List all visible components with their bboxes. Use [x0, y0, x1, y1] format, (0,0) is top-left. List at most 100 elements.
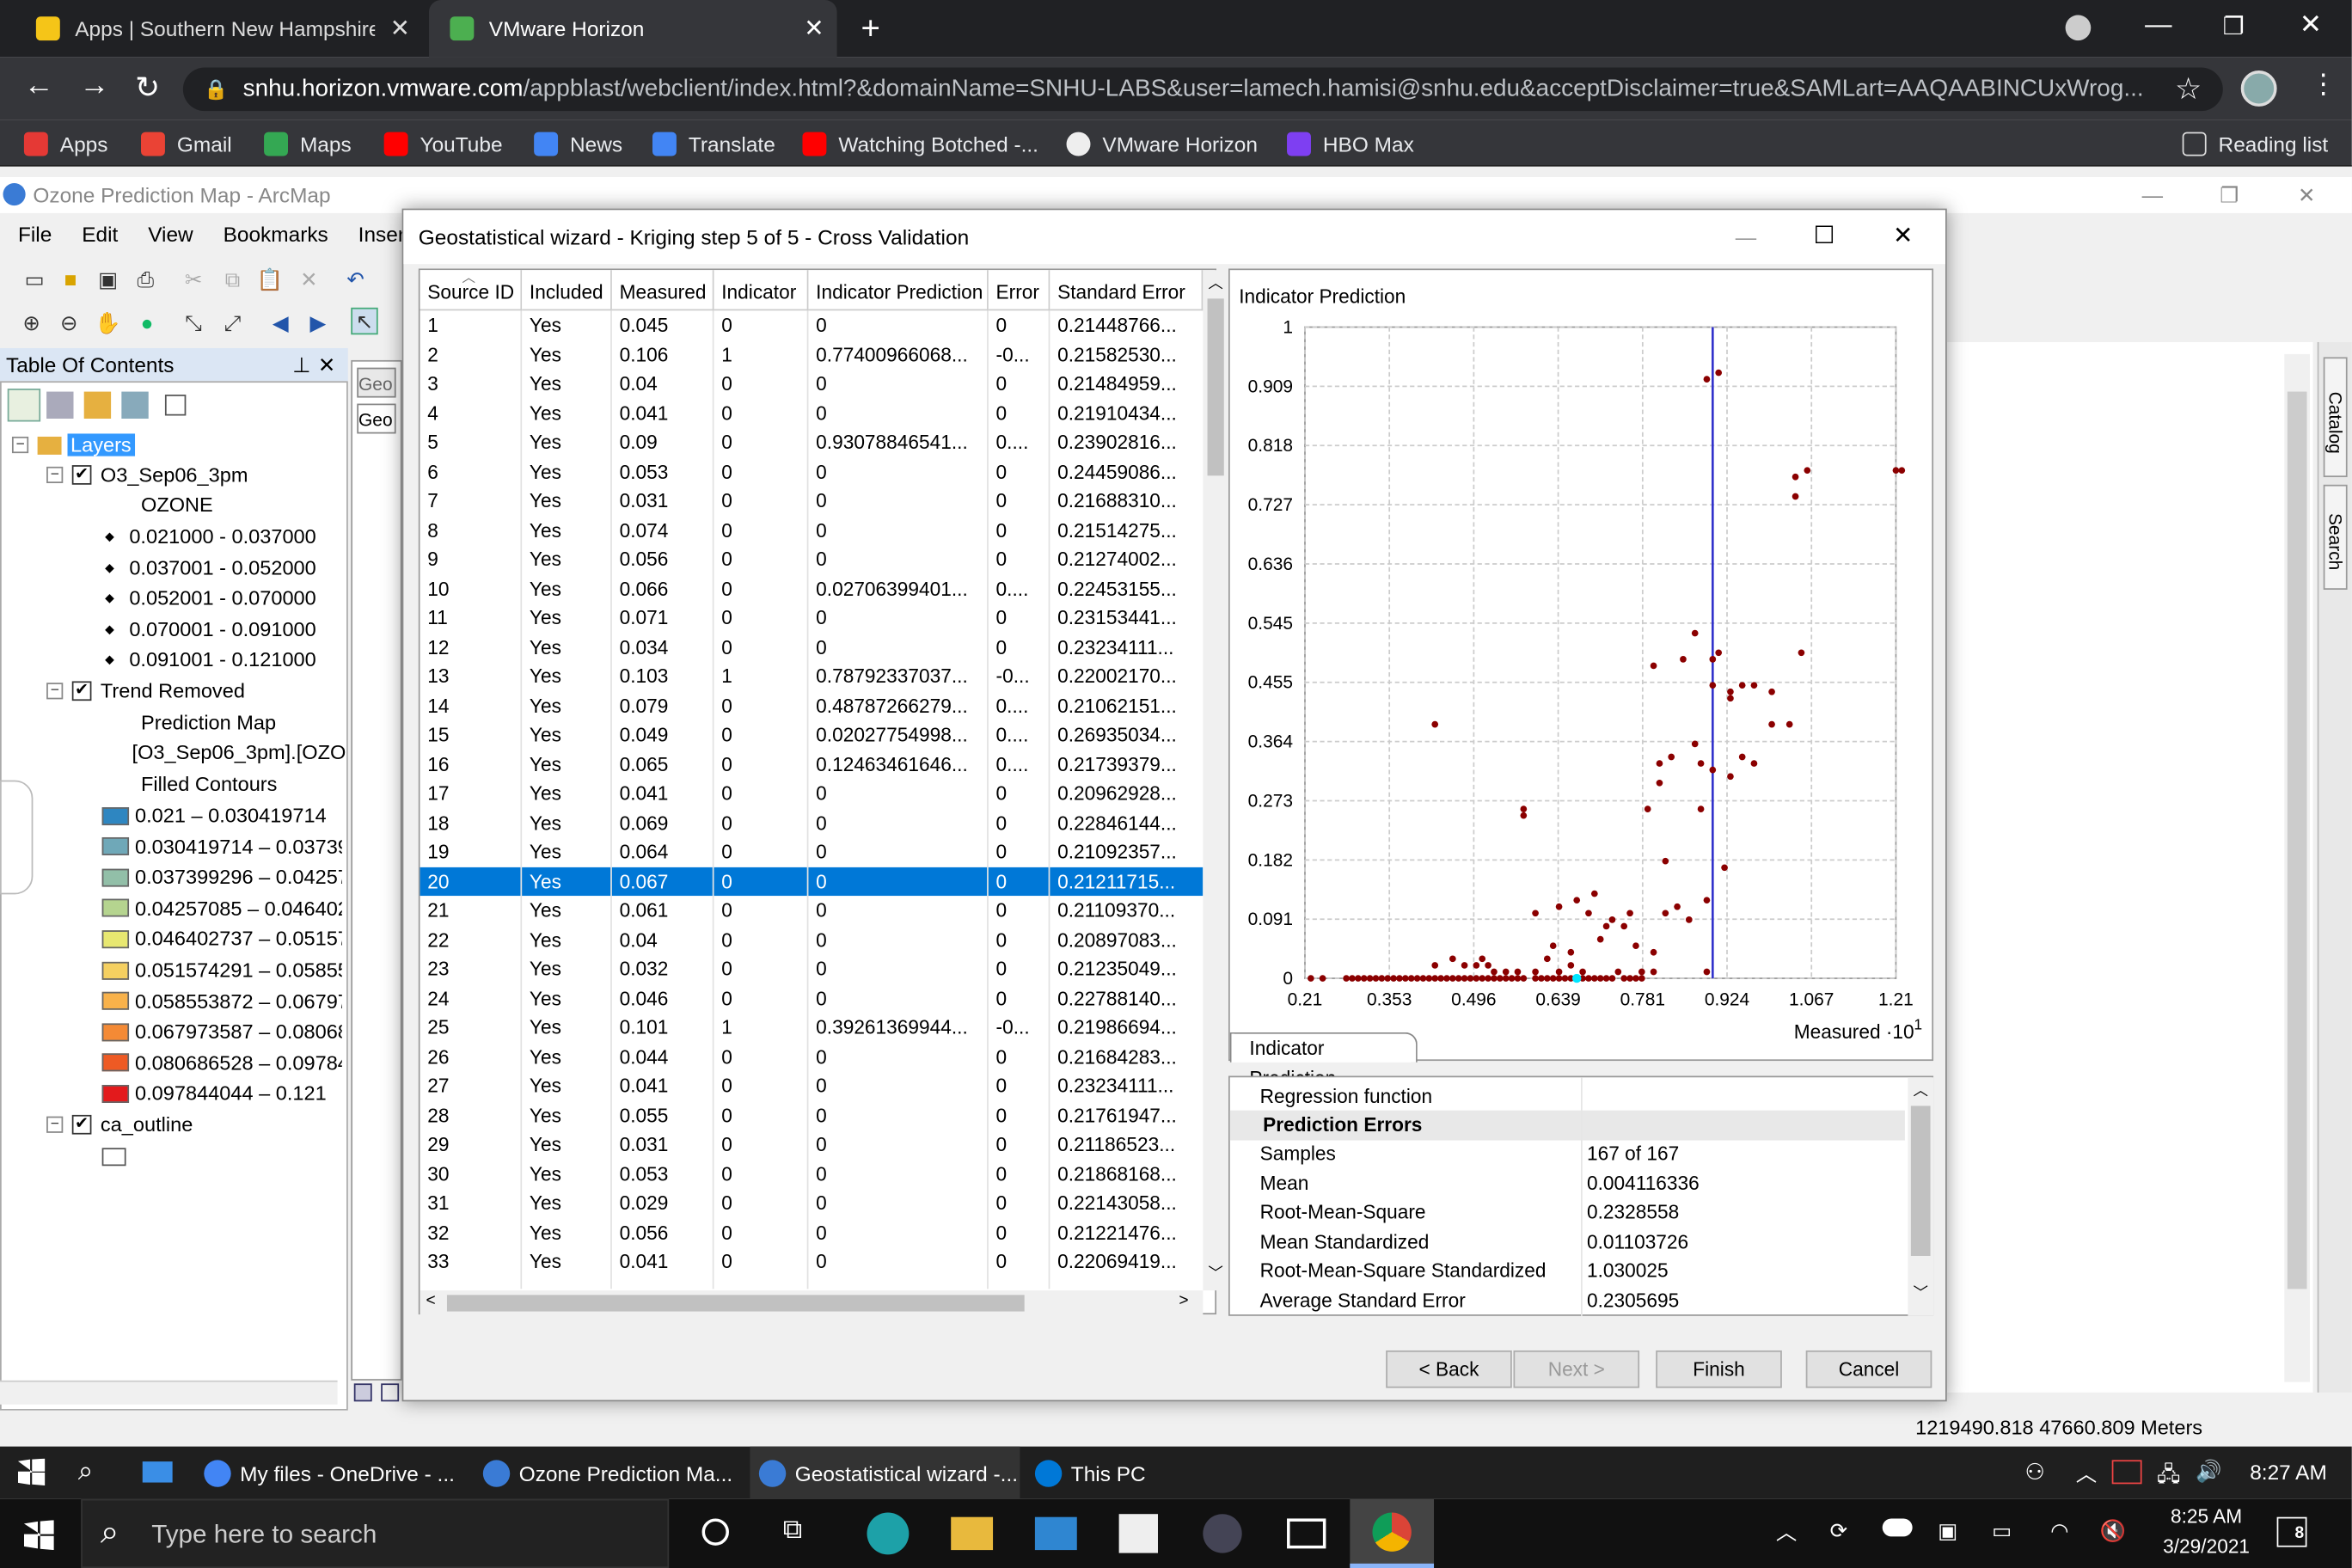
layer-o3[interactable]: − ✔ O3_Sep06_3pm: [46, 463, 248, 487]
catalog-tab[interactable]: Catalog: [2323, 357, 2348, 478]
fixed-zoom-out-icon[interactable]: ⤢: [219, 309, 246, 336]
scatter-chart[interactable]: Indicator Prediction 0.21 0.353 0.496 0.639 0…: [1230, 270, 1935, 1063]
table-row[interactable]: 23 Yes 0.032 0 0 0 0.21235049...: [420, 954, 1204, 983]
menu-edit[interactable]: Edit: [82, 222, 118, 246]
remote-search-icon[interactable]: ⌕: [78, 1455, 94, 1487]
table-row[interactable]: 3 Yes 0.04 0 0 0 0.21484959...: [420, 369, 1204, 398]
copy-icon[interactable]: ⧉: [219, 266, 246, 292]
bookmark-gmail[interactable]: Gmail: [141, 120, 232, 167]
tray-icon-2[interactable]: ▣: [1938, 1518, 1957, 1544]
chrome-taskbar-button[interactable]: [1350, 1498, 1435, 1568]
table-row[interactable]: 24 Yes 0.046 0 0 0 0.22788140...: [420, 983, 1204, 1013]
table-row[interactable]: 25 Yes 0.101 1 0.39261369944... -0... 0.219866…: [420, 1013, 1204, 1042]
arcmap-restore-icon[interactable]: ❐: [2220, 177, 2239, 213]
bookmark-hbo[interactable]: HBO Max: [1287, 120, 1414, 167]
list-by-selection-icon[interactable]: [121, 391, 149, 419]
column-header-included[interactable]: Included: [522, 270, 612, 311]
menu-file[interactable]: File: [18, 222, 52, 246]
open-folder-icon[interactable]: ■: [57, 266, 83, 292]
collapse-icon[interactable]: −: [11, 436, 29, 454]
clock-date[interactable]: 3/29/2021: [2154, 1535, 2259, 1558]
bookmark-youtube[interactable]: YouTube: [383, 120, 503, 167]
pan-hand-icon[interactable]: ✋: [95, 309, 121, 336]
dialog-close-icon[interactable]: ✕: [1893, 210, 1913, 264]
table-row[interactable]: 22 Yes 0.04 0 0 0 0.20897083...: [420, 925, 1204, 954]
bookmark-vmware[interactable]: VMware Horizon: [1066, 120, 1258, 167]
remote-start-icon[interactable]: [17, 1458, 46, 1486]
reload-icon[interactable]: ↻: [135, 69, 160, 107]
column-header-measured[interactable]: Measured: [611, 270, 714, 311]
view-tab-stub[interactable]: Geo: [357, 367, 396, 398]
menu-bookmarks[interactable]: Bookmarks: [224, 222, 328, 246]
layout-view-toggle-icon[interactable]: [381, 1383, 400, 1402]
app-icon[interactable]: [1203, 1514, 1242, 1553]
stats-row[interactable]: Mean 0.004116336: [1230, 1168, 1905, 1197]
table-vertical-scrollbar[interactable]: ︿ ﹀: [1203, 270, 1228, 1291]
forward-arrow-icon[interactable]: →: [79, 69, 109, 103]
tray-app-icon[interactable]: [2111, 1460, 2142, 1485]
bookmark-news[interactable]: News: [534, 120, 622, 167]
people-icon[interactable]: ⚇: [2024, 1459, 2044, 1485]
notification-icon[interactable]: 8: [2276, 1516, 2307, 1547]
table-row[interactable]: 4 Yes 0.041 0 0 0 0.21910434...: [420, 398, 1204, 427]
side-drag-handle[interactable]: [0, 780, 34, 895]
taskbar-app-button[interactable]: Ozone Prediction Ma...: [474, 1447, 744, 1499]
layer-visibility-checkbox[interactable]: ✔: [71, 681, 92, 701]
chart-tab-indicator-prediction[interactable]: Indicator Prediction: [1229, 1032, 1418, 1089]
wifi-icon[interactable]: ◠: [2050, 1518, 2068, 1544]
scroll-thumb[interactable]: [446, 1295, 1025, 1312]
browser-tab-apps[interactable]: Apps | Southern New Hampshire ✕: [15, 0, 423, 57]
table-row[interactable]: 32 Yes 0.056 0 0 0 0.21221476...: [420, 1217, 1204, 1246]
tray-icon-1[interactable]: ⟳: [1830, 1518, 1847, 1544]
remote-clock[interactable]: 8:27 AM: [2250, 1460, 2327, 1484]
address-bar[interactable]: 🔒 snhu.horizon.vmware.com/appblast/webcl…: [182, 67, 2223, 112]
map-view[interactable]: [1945, 341, 2313, 1393]
table-row[interactable]: 15 Yes 0.049 0 0.02027754998... 0.... 0.269350…: [420, 720, 1204, 750]
table-row[interactable]: 20 Yes 0.067 0 0 0 0.21211715...: [420, 867, 1204, 897]
column-header-indicator[interactable]: Indicator: [714, 270, 809, 311]
bookmark-apps[interactable]: Apps: [23, 120, 107, 167]
back-arrow-icon[interactable]: ←: [24, 69, 54, 103]
taskbar-app-button[interactable]: Geostatistical wizard -...: [750, 1446, 1020, 1499]
mail-app-icon[interactable]: [1034, 1516, 1077, 1551]
stats-row[interactable]: Root-Mean-Square Standardized 1.030025: [1230, 1256, 1905, 1285]
store-icon[interactable]: [1118, 1514, 1158, 1553]
paste-icon[interactable]: 📋: [256, 266, 283, 292]
column-header-error[interactable]: Error: [988, 270, 1050, 311]
table-row[interactable]: 29 Yes 0.031 0 0 0 0.21186523...: [420, 1130, 1204, 1159]
table-row[interactable]: 14 Yes 0.079 0 0.48787266279... 0.... 0.210621…: [420, 691, 1204, 720]
table-row[interactable]: 1 Yes 0.045 0 0 0 0.21448766...: [420, 310, 1204, 340]
back-button[interactable]: < Back: [1386, 1350, 1512, 1388]
layers-frame[interactable]: − Layers: [11, 433, 135, 456]
scroll-down-icon[interactable]: ﹀: [1908, 1280, 1933, 1302]
stats-row[interactable]: Samples 167 of 167: [1230, 1139, 1905, 1168]
restore-icon[interactable]: ❐: [2223, 12, 2245, 42]
print-icon[interactable]: ⎙: [132, 266, 159, 292]
table-row[interactable]: 8 Yes 0.074 0 0 0 0.21514275...: [420, 516, 1204, 545]
table-row[interactable]: 27 Yes 0.041 0 0 0 0.23234111...: [420, 1071, 1204, 1100]
scroll-left-icon[interactable]: <: [426, 1292, 436, 1310]
table-row[interactable]: 11 Yes 0.071 0 0 0 0.23153441...: [420, 603, 1204, 633]
cortana-icon[interactable]: [701, 1518, 729, 1546]
dialog-maximize-icon[interactable]: ☐: [1813, 210, 1834, 264]
fixed-zoom-in-icon[interactable]: ⤡: [180, 309, 206, 336]
scroll-up-icon[interactable]: ︿: [1908, 1077, 1933, 1099]
table-row[interactable]: 21 Yes 0.061 0 0 0 0.21109370...: [420, 896, 1204, 925]
new-document-icon[interactable]: ▭: [21, 266, 47, 292]
table-row[interactable]: 17 Yes 0.041 0 0 0 0.20962928...: [420, 779, 1204, 808]
cancel-button[interactable]: Cancel: [1805, 1350, 1932, 1388]
save-icon[interactable]: ▣: [95, 266, 121, 292]
minimize-icon[interactable]: —: [2145, 9, 2171, 40]
table-row[interactable]: 30 Yes 0.053 0 0 0 0.21868168...: [420, 1159, 1204, 1188]
stats-row[interactable]: Mean Standardized 0.01103726: [1230, 1227, 1905, 1256]
tray-chevron-icon[interactable]: ︿: [1776, 1517, 1797, 1547]
toc-options-icon[interactable]: [164, 395, 187, 416]
stats-row-regression[interactable]: Regression function: [1230, 1082, 1905, 1112]
finish-button[interactable]: Finish: [1656, 1350, 1782, 1388]
stats-row[interactable]: Average Standard Error 0.2305695: [1230, 1285, 1905, 1314]
taskbar-app-button[interactable]: This PC: [1026, 1447, 1205, 1499]
table-row[interactable]: 16 Yes 0.065 0 0.12463461646... 0.... 0.217393…: [420, 750, 1204, 779]
clock-time[interactable]: 8:25 AM: [2160, 1505, 2253, 1528]
edge-icon[interactable]: [867, 1512, 910, 1555]
zoom-out-icon[interactable]: ⊖: [56, 309, 83, 336]
